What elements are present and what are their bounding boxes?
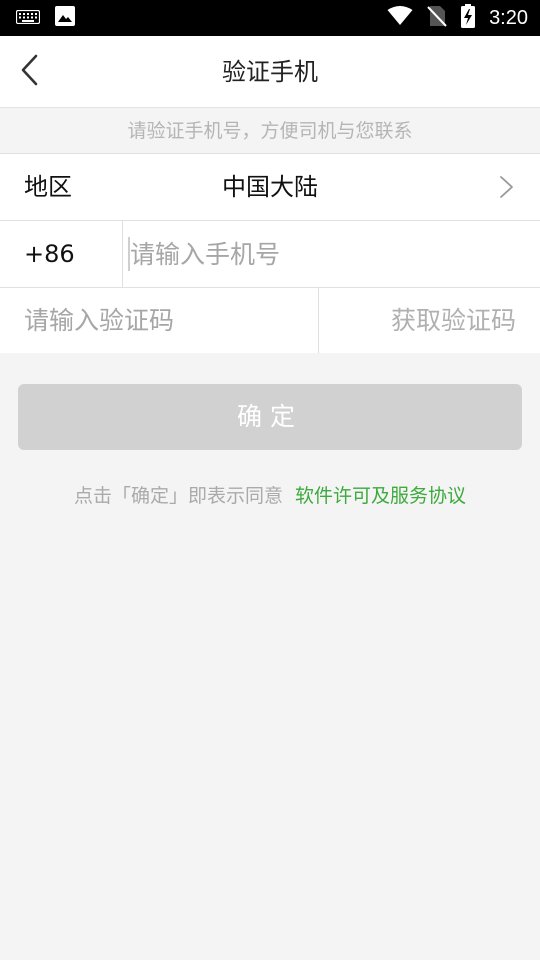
nav-bar: 验证手机 <box>0 36 540 108</box>
agreement-prefix: 点击「确定」即表示同意 <box>73 485 283 507</box>
phone-input[interactable] <box>130 221 520 288</box>
back-button[interactable] <box>8 50 52 94</box>
license-agreement-link[interactable]: 软件许可及服务协议 <box>295 485 466 507</box>
no-sim-icon <box>427 5 447 31</box>
divider <box>122 221 123 288</box>
status-bar: 3:20 <box>0 0 540 36</box>
status-time: 3:20 <box>489 6 528 29</box>
country-code[interactable]: +86 <box>24 221 75 288</box>
status-left <box>15 5 76 31</box>
phone-row: +86 <box>0 221 540 288</box>
region-selector[interactable]: 地区 中国大陆 <box>0 154 540 221</box>
code-row: 获取验证码 <box>0 288 540 353</box>
region-value: 中国大陆 <box>222 173 318 201</box>
chevron-left-icon <box>20 54 40 90</box>
image-icon <box>54 5 76 31</box>
confirm-button[interactable]: 确定 <box>18 384 522 450</box>
keyboard-icon <box>15 9 41 28</box>
agreement-text: 点击「确定」即表示同意 软件许可及服务协议 <box>0 480 540 512</box>
divider <box>318 288 319 353</box>
battery-charging-icon <box>461 4 476 32</box>
chevron-right-icon <box>494 175 518 199</box>
get-code-button[interactable]: 获取验证码 <box>391 288 516 353</box>
verification-code-input[interactable] <box>24 288 314 353</box>
page-title: 验证手机 <box>222 58 318 86</box>
status-right: 3:20 <box>387 4 528 32</box>
wifi-icon <box>387 6 413 30</box>
hint-text: 请验证手机号，方便司机与您联系 <box>0 108 540 154</box>
